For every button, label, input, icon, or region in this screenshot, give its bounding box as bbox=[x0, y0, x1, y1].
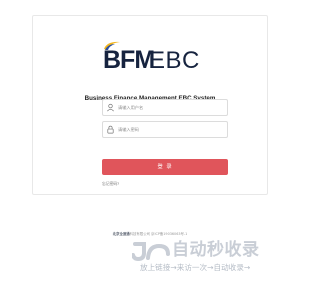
watermark-main-text: 自动秒收录 bbox=[172, 240, 260, 260]
footer-company: 北京全速通 bbox=[112, 232, 130, 236]
footer-rest: 科技有限公司 京ICP备19036063号-1 bbox=[129, 232, 188, 236]
logo-ebc-text: EBC bbox=[149, 47, 200, 74]
footer-copyright: 北京全速通科技有限公司 京ICP备19036063号-1 bbox=[0, 231, 300, 236]
username-field[interactable] bbox=[102, 99, 228, 116]
user-icon bbox=[107, 103, 114, 112]
watermark-logo-icon bbox=[132, 242, 170, 261]
password-field[interactable] bbox=[102, 121, 228, 138]
watermark: 自动秒收录 放上链接→来访一次→自动收录→ bbox=[132, 239, 292, 277]
logo-bfm-text: BFM bbox=[103, 46, 155, 74]
watermark-sub-text: 放上链接→来访一次→自动收录→ bbox=[140, 263, 251, 272]
username-input[interactable] bbox=[118, 100, 222, 115]
forgot-password-link[interactable]: 忘记密码? bbox=[102, 181, 119, 187]
login-card: BFM EBC Business Finance Management EBC … bbox=[32, 15, 268, 195]
password-input[interactable] bbox=[118, 122, 222, 137]
lock-icon bbox=[107, 125, 114, 134]
login-button[interactable]: 登 录 bbox=[102, 159, 228, 175]
brand-logo: BFM EBC bbox=[103, 37, 203, 73]
